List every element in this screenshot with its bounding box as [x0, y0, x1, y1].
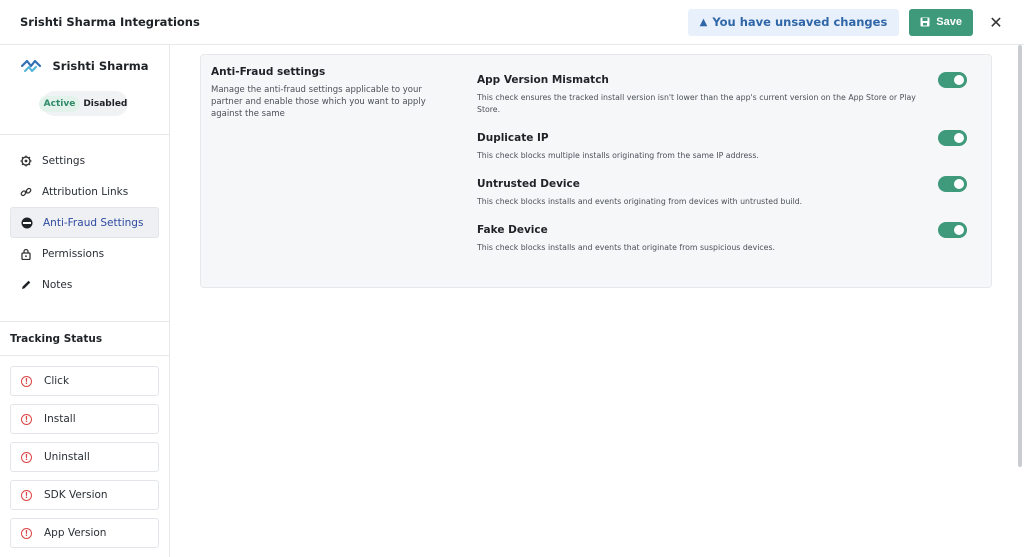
check-untrusted-device: Untrusted Device This check blocks insta…	[477, 176, 967, 208]
warning-icon: !	[21, 375, 32, 387]
warning-triangle-icon: ▲	[699, 16, 708, 28]
link-icon	[20, 186, 32, 198]
floppy-disk-icon	[920, 17, 930, 27]
tracking-status-heading: Tracking Status	[0, 322, 169, 356]
anti-fraud-heading: Anti-Fraud settings	[211, 66, 326, 78]
sidebar-item-label: Anti-Fraud Settings	[43, 216, 144, 229]
warning-icon: !	[21, 451, 32, 463]
sidebar-item-label: Notes	[42, 278, 73, 291]
tracking-item-label: Uninstall	[44, 451, 90, 463]
fake-device-toggle[interactable]	[938, 222, 967, 238]
status-toggle[interactable]: Active Disabled	[38, 91, 130, 116]
tracking-item-sdk-version[interactable]: ! SDK Version	[10, 480, 159, 510]
check-title: Fake Device	[477, 224, 548, 236]
sidebar-nav: Settings Attribution Links Anti-Fraud Se…	[0, 135, 169, 322]
fraud-checks-list: App Version Mismatch This check ensures …	[477, 72, 967, 270]
untrusted-device-toggle[interactable]	[938, 176, 967, 192]
check-fake-device: Fake Device This check blocks installs a…	[477, 222, 967, 254]
check-duplicate-ip: Duplicate IP This check blocks multiple …	[477, 130, 967, 162]
partner-logo	[21, 59, 42, 72]
tracking-item-label: Click	[44, 375, 70, 387]
unsaved-changes-text: You have unsaved changes	[712, 15, 888, 29]
check-title: App Version Mismatch	[477, 74, 609, 86]
sidebar-item-settings[interactable]: Settings	[10, 145, 159, 176]
shield-icon	[21, 217, 33, 229]
main-content: Anti-Fraud settings Manage the anti-frau…	[171, 45, 1024, 557]
sidebar-item-label: Settings	[42, 154, 86, 167]
close-icon[interactable]: ✕	[988, 13, 1004, 32]
anti-fraud-card: Anti-Fraud settings Manage the anti-frau…	[200, 54, 992, 288]
page-title: Srishti Sharma Integrations	[20, 15, 200, 29]
check-description: This check blocks installs and events or…	[477, 197, 803, 206]
lock-icon	[20, 248, 32, 260]
tracking-item-label: Install	[44, 413, 76, 425]
save-button[interactable]: Save	[909, 8, 973, 36]
check-app-version-mismatch: App Version Mismatch This check ensures …	[477, 72, 967, 116]
tracking-item-install[interactable]: ! Install	[10, 404, 159, 434]
sidebar: Srishti Sharma Active Disabled Settings …	[0, 45, 170, 557]
sidebar-item-attribution-links[interactable]: Attribution Links	[10, 176, 159, 207]
status-active-option[interactable]: Active	[38, 95, 81, 112]
tracking-item-uninstall[interactable]: ! Uninstall	[10, 442, 159, 472]
tracking-item-click[interactable]: ! Click	[10, 366, 159, 396]
warning-icon: !	[21, 413, 32, 425]
duplicate-ip-toggle[interactable]	[938, 130, 967, 146]
anti-fraud-description: Manage the anti-fraud settings applicabl…	[211, 85, 426, 119]
sidebar-item-label: Attribution Links	[42, 185, 129, 198]
warning-icon: !	[21, 489, 32, 501]
tracking-item-label: App Version	[44, 527, 107, 539]
sidebar-item-permissions[interactable]: Permissions	[10, 238, 159, 269]
check-description: This check blocks installs and events th…	[477, 243, 775, 252]
tracking-item-app-version[interactable]: ! App Version	[10, 518, 159, 548]
tracking-item-label: SDK Version	[44, 489, 108, 501]
status-disabled-option[interactable]: Disabled	[80, 96, 130, 112]
app-version-mismatch-toggle[interactable]	[938, 72, 967, 88]
top-bar: Srishti Sharma Integrations ▲ You have u…	[0, 0, 1024, 45]
pencil-icon	[20, 279, 32, 291]
check-description: This check blocks multiple installs orig…	[477, 151, 759, 160]
partner-profile: Srishti Sharma Active Disabled	[0, 45, 169, 135]
partner-name: Srishti Sharma	[52, 59, 149, 73]
scrollbar[interactable]	[1018, 45, 1022, 467]
check-description: This check ensures the tracked install v…	[477, 93, 916, 114]
check-title: Duplicate IP	[477, 132, 549, 144]
unsaved-changes-banner: ▲ You have unsaved changes	[687, 8, 900, 36]
sidebar-item-label: Permissions	[42, 247, 105, 260]
sidebar-item-anti-fraud-settings[interactable]: Anti-Fraud Settings	[10, 207, 159, 238]
check-title: Untrusted Device	[477, 178, 580, 190]
warning-icon: !	[21, 527, 32, 539]
sidebar-item-notes[interactable]: Notes	[10, 269, 159, 300]
save-button-label: Save	[936, 16, 962, 28]
gear-icon	[20, 155, 32, 167]
tracking-status-list: ! Click ! Install ! Uninstall ! SDK Vers…	[0, 356, 169, 548]
